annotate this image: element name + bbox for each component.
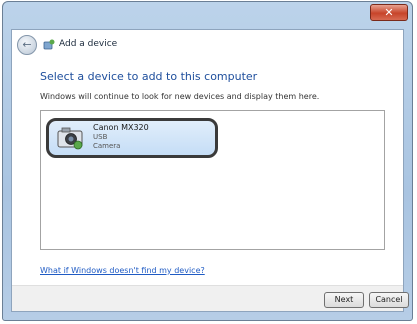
device-type: USB bbox=[93, 133, 108, 141]
device-name: Canon MX320 bbox=[93, 123, 149, 132]
wizard-title: Add a device bbox=[59, 39, 118, 49]
instruction-text: Windows will continue to look for new de… bbox=[40, 92, 320, 101]
device-list[interactable]: Canon MX320 USB Camera bbox=[40, 110, 385, 250]
wizard-content: ← Add a device Select a device to add to… bbox=[11, 29, 409, 312]
page-heading: Select a device to add to this computer bbox=[40, 70, 258, 83]
next-button[interactable]: Next bbox=[324, 292, 364, 308]
back-button[interactable]: ← bbox=[17, 35, 37, 55]
title-bar[interactable]: ✕ bbox=[3, 2, 412, 28]
add-device-icon bbox=[43, 39, 55, 50]
help-link[interactable]: What if Windows doesn't find my device? bbox=[40, 266, 205, 275]
device-item[interactable]: Canon MX320 USB Camera bbox=[46, 118, 218, 158]
cancel-button[interactable]: Cancel bbox=[369, 292, 409, 308]
camera-device-icon bbox=[57, 127, 83, 150]
close-button[interactable]: ✕ bbox=[370, 4, 408, 21]
dialog-window: ✕ ← Add a device Select a device to add … bbox=[2, 1, 413, 321]
device-status: Camera bbox=[93, 142, 121, 150]
